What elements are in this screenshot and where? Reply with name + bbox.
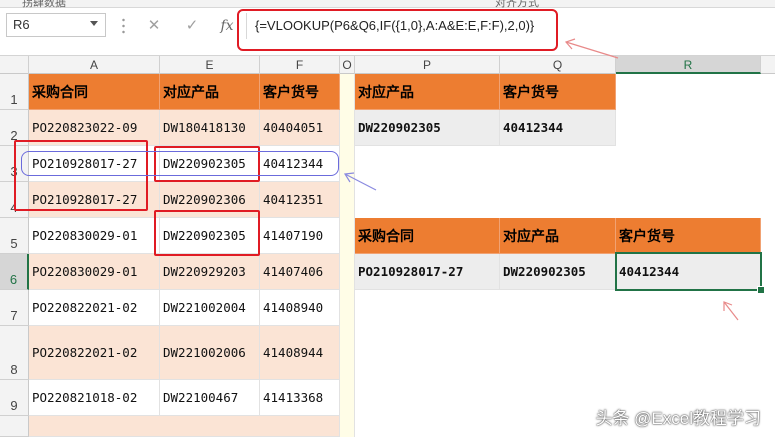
annotation-arrows: [343, 38, 739, 321]
watermark: 头条 @Excel教程学习: [595, 409, 761, 428]
formula-arrow: [565, 41, 619, 59]
